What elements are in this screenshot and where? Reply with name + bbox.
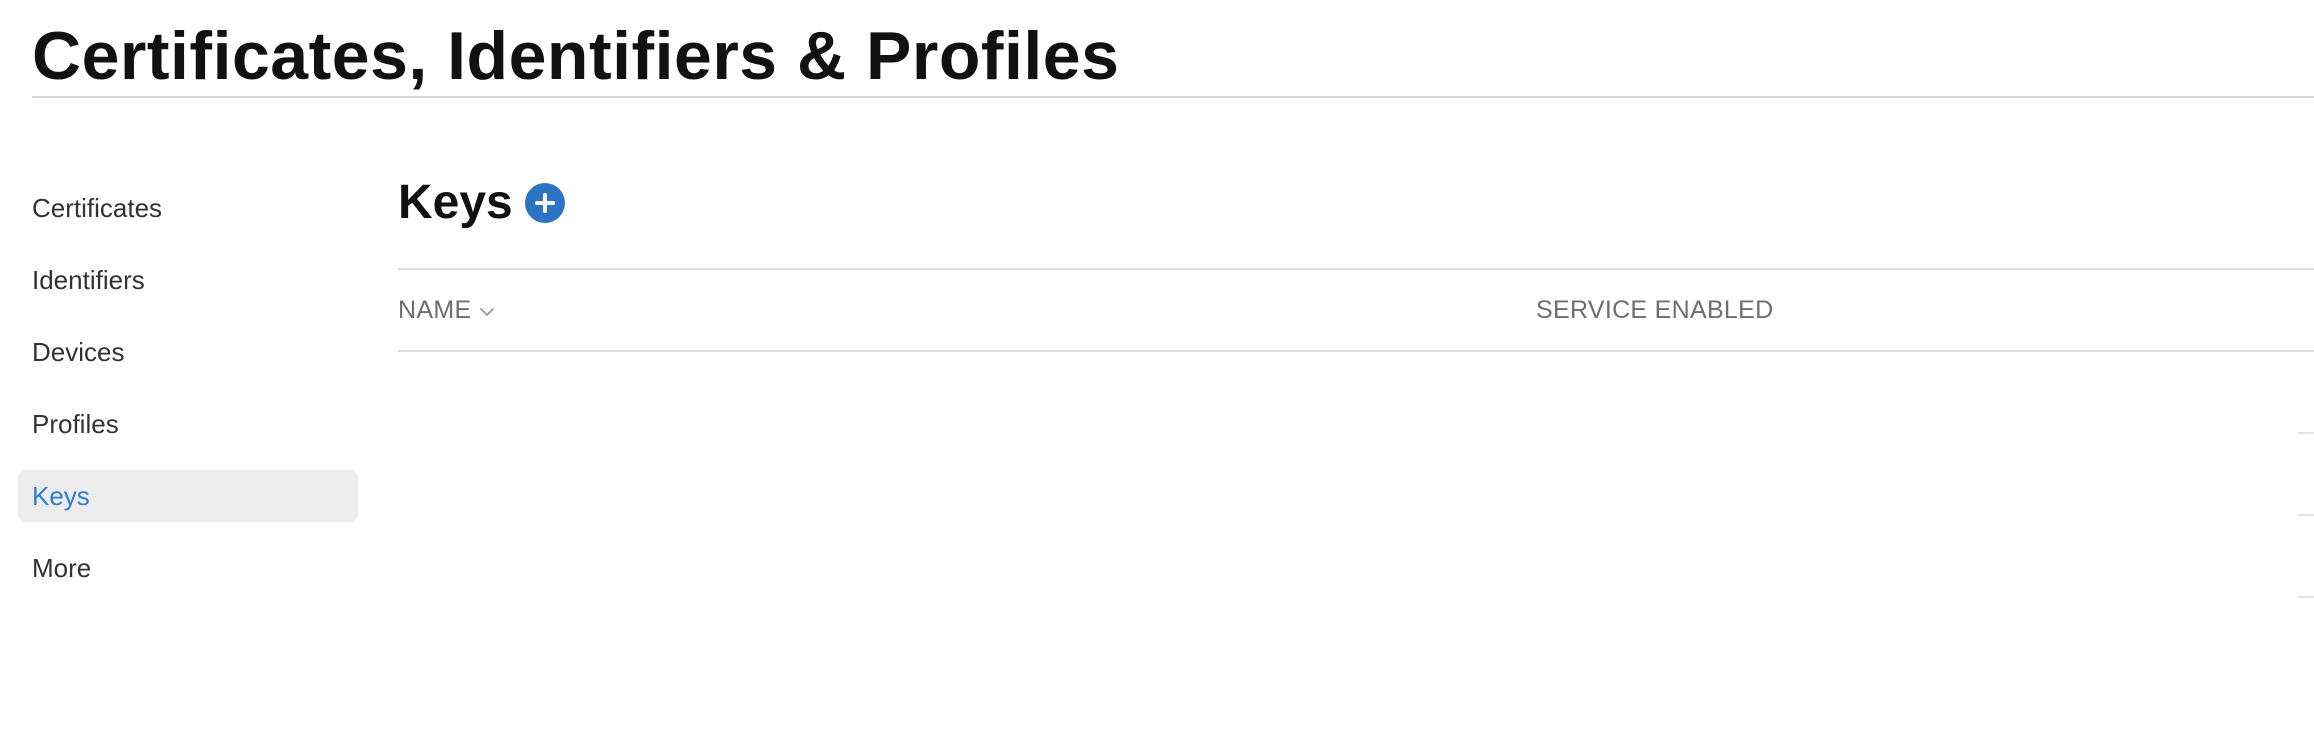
sidebar-item-identifiers[interactable]: Identifiers xyxy=(18,254,358,306)
sidebar-item-keys[interactable]: Keys xyxy=(18,470,358,522)
sidebar-item-label: Certificates xyxy=(32,193,163,223)
section-title: Keys xyxy=(398,176,513,229)
sidebar-item-label: Devices xyxy=(32,337,125,367)
add-key-button[interactable] xyxy=(524,183,565,223)
header-divider xyxy=(32,96,2314,98)
row-divider xyxy=(2298,596,2314,598)
sidebar-item-label: More xyxy=(32,553,92,583)
sidebar-item-profiles[interactable]: Profiles xyxy=(18,398,358,450)
chevron-down-icon xyxy=(480,308,495,316)
sidebar-item-certificates[interactable]: Certificates xyxy=(18,182,358,234)
sidebar-item-label: Keys xyxy=(32,481,90,511)
sidebar-item-label: Profiles xyxy=(32,409,119,439)
column-header-name[interactable]: NAME xyxy=(398,270,495,350)
section-heading: Keys xyxy=(398,168,565,238)
sidebar-item-more[interactable]: More xyxy=(18,542,358,594)
page-title: Certificates, Identifiers & Profiles xyxy=(32,18,1120,94)
sidebar: Certificates Identifiers Devices Profile… xyxy=(18,182,358,614)
column-label: SERVICE ENABLED xyxy=(1536,295,1774,324)
sidebar-item-devices[interactable]: Devices xyxy=(18,326,358,378)
column-label: NAME xyxy=(398,295,472,324)
table-header: NAME SERVICE ENABLED xyxy=(398,270,2314,350)
row-divider xyxy=(2298,514,2314,516)
row-divider xyxy=(2298,432,2314,434)
page: Certificates, Identifiers & Profiles Cer… xyxy=(0,0,2314,732)
sidebar-item-label: Identifiers xyxy=(32,265,145,295)
column-header-service-enabled: SERVICE ENABLED xyxy=(1536,270,1773,350)
table-header-divider xyxy=(398,350,2314,352)
